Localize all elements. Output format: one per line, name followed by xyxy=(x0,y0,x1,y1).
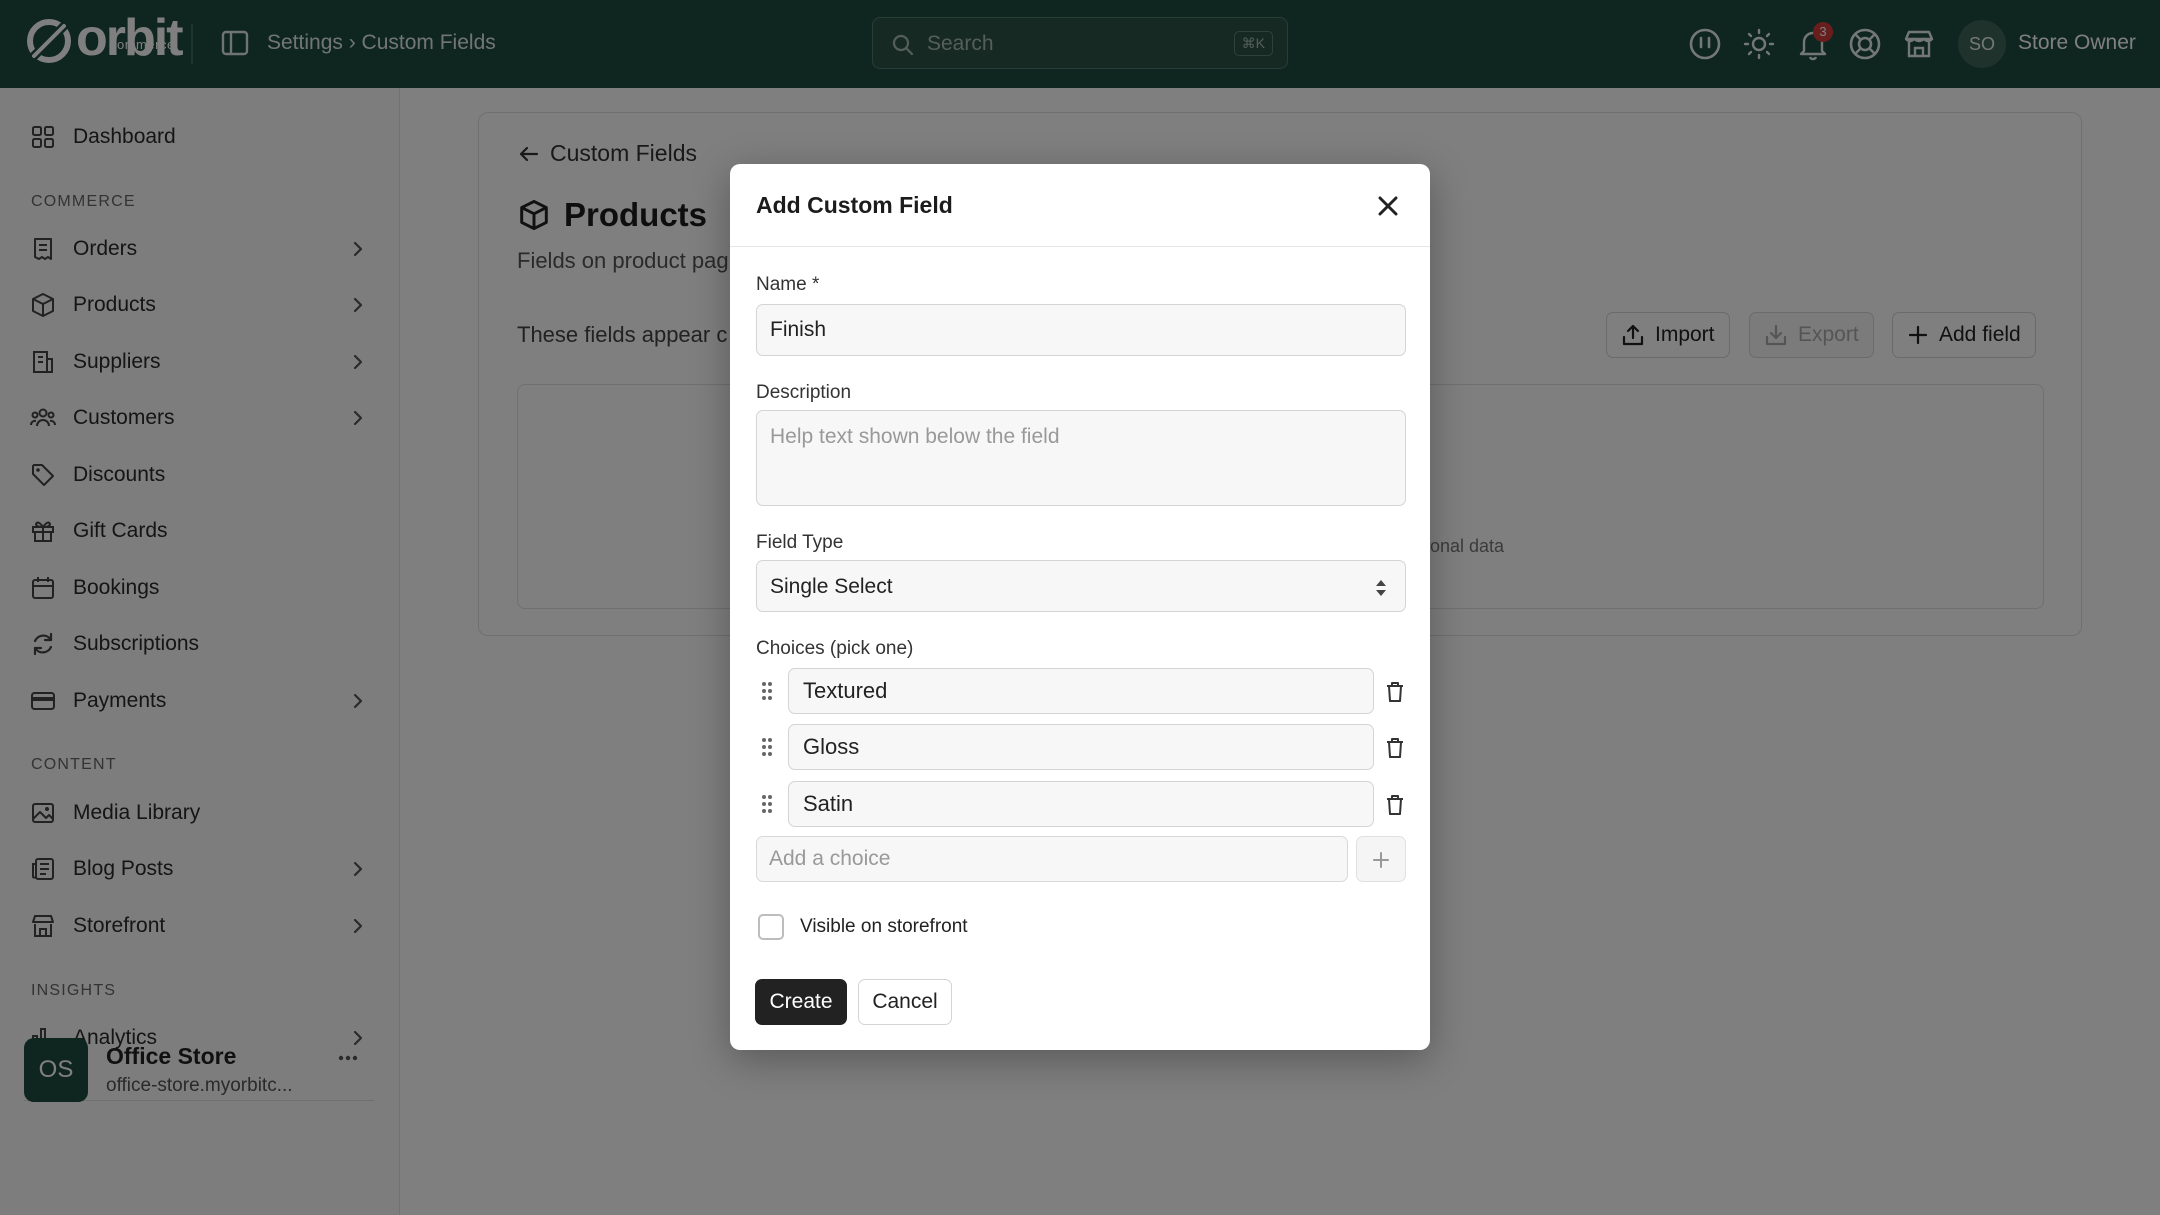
dialog-divider xyxy=(730,246,1430,247)
add-choice-button[interactable] xyxy=(1356,836,1406,882)
drag-handle-icon[interactable] xyxy=(760,736,774,758)
field-type-select[interactable]: Single Select xyxy=(756,560,1406,612)
trash-icon[interactable] xyxy=(1384,736,1406,760)
plus-icon xyxy=(1373,852,1389,868)
choice-input[interactable] xyxy=(788,724,1374,770)
dialog-title: Add Custom Field xyxy=(756,192,953,218)
visible-on-storefront-checkbox[interactable] xyxy=(758,914,784,940)
choice-input[interactable] xyxy=(788,668,1374,714)
add-choice-input[interactable] xyxy=(756,836,1348,882)
description-textarea[interactable] xyxy=(756,410,1406,506)
name-input[interactable] xyxy=(756,304,1406,356)
choices-label: Choices (pick one) xyxy=(756,638,914,659)
field-type-label: Field Type xyxy=(756,532,844,553)
field-type-value: Single Select xyxy=(770,575,893,598)
close-button[interactable] xyxy=(1374,192,1402,220)
choice-row xyxy=(730,667,1430,717)
drag-handle-icon[interactable] xyxy=(760,793,774,815)
create-button[interactable]: Create xyxy=(755,979,847,1025)
choice-input[interactable] xyxy=(788,781,1374,827)
trash-icon[interactable] xyxy=(1384,793,1406,817)
name-label: Name * xyxy=(756,274,820,295)
add-custom-field-dialog: Add Custom Field Name * Description Fiel… xyxy=(730,164,1430,1050)
close-icon xyxy=(1378,196,1398,216)
description-label: Description xyxy=(756,382,852,403)
choice-row xyxy=(730,723,1430,773)
trash-icon[interactable] xyxy=(1384,680,1406,704)
select-arrows-icon xyxy=(1376,580,1386,596)
drag-handle-icon[interactable] xyxy=(760,680,774,702)
choice-row xyxy=(730,780,1430,830)
visible-on-storefront-label[interactable]: Visible on storefront xyxy=(800,916,968,938)
cancel-button[interactable]: Cancel xyxy=(858,979,952,1025)
